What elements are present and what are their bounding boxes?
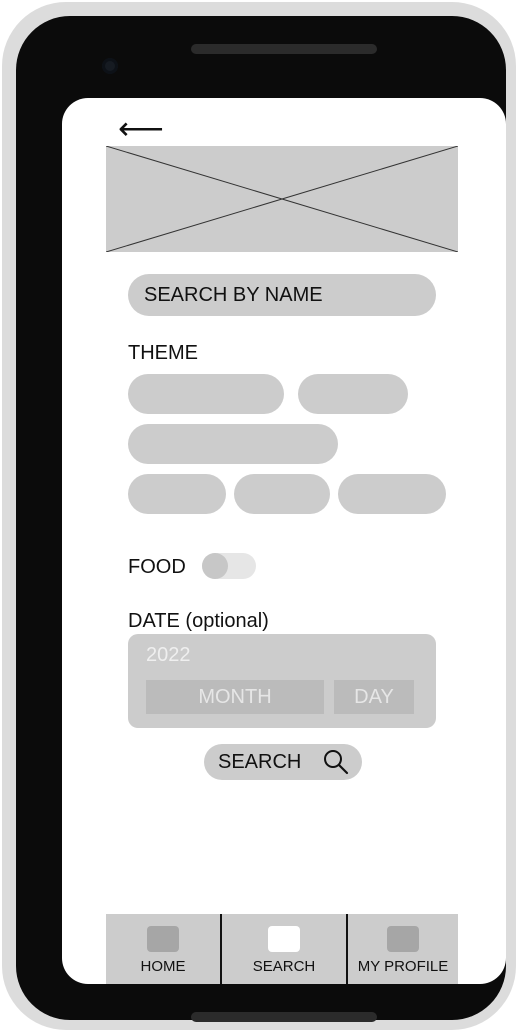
search-button[interactable]: SEARCH [204,744,362,780]
nav-item-my-profile[interactable]: MY PROFILE [348,914,458,984]
food-toggle[interactable] [202,553,256,579]
search-tab-icon [268,926,300,952]
profile-icon [387,926,419,952]
theme-chip[interactable] [338,474,446,514]
day-field[interactable]: DAY [334,680,414,714]
search-by-name-input[interactable]: SEARCH BY NAME [128,274,436,316]
nav-item-home[interactable]: HOME [106,914,220,984]
left-arrow-icon[interactable]: ⟵ [118,112,164,144]
nav-item-search[interactable]: SEARCH [222,914,346,984]
theme-label: THEME [128,342,198,364]
phone-frame: ⟵ SEARCH BY NAME THEME FOOD DATE (option… [2,2,516,1030]
app-screen: ⟵ SEARCH BY NAME THEME FOOD DATE (option… [62,98,506,984]
date-picker: 2022 MONTH DAY [128,634,436,728]
theme-chip[interactable] [128,424,338,464]
phone-body: ⟵ SEARCH BY NAME THEME FOOD DATE (option… [16,16,506,1022]
search-button-label: SEARCH [218,751,302,773]
theme-chip[interactable] [234,474,330,514]
year-field[interactable]: 2022 [146,644,191,667]
month-field[interactable]: MONTH [146,680,324,714]
food-label: FOOD [128,556,186,578]
toggle-knob [202,553,228,579]
theme-chip[interactable] [128,474,226,514]
home-indicator [191,1012,377,1022]
nav-label: HOME [140,958,186,975]
image-placeholder-icon [106,146,458,252]
theme-chip[interactable] [298,374,408,414]
theme-chip[interactable] [128,374,284,414]
nav-label: MY PROFILE [357,958,449,975]
bottom-navigation: HOME SEARCH MY PROFILE [106,914,458,984]
speaker-grille [191,44,377,54]
home-icon [147,926,179,952]
camera-icon [102,58,118,74]
date-label: DATE (optional) [128,610,269,632]
search-icon [322,748,350,788]
nav-label: SEARCH [252,958,316,975]
